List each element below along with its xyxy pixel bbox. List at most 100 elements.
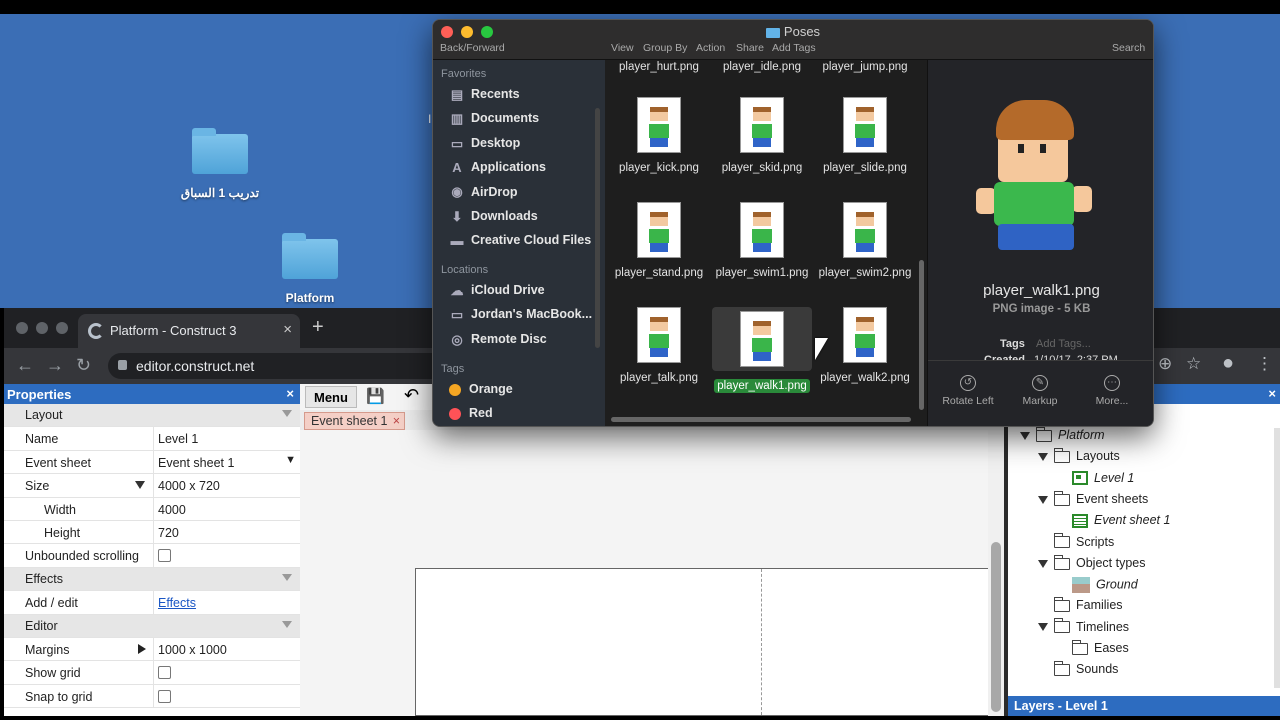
file-item[interactable]: player_walk2.png bbox=[815, 307, 915, 385]
window-zoom-button[interactable] bbox=[56, 322, 68, 334]
tree-item-eases[interactable]: Eases bbox=[1071, 639, 1129, 661]
property-row-width[interactable]: Width 4000 bbox=[4, 497, 300, 521]
sidebar-tag-red[interactable]: Red bbox=[449, 406, 493, 426]
tags-input[interactable]: Add Tags... bbox=[1036, 338, 1091, 350]
expand-triangle-icon[interactable] bbox=[1038, 453, 1048, 461]
project-scrollbar[interactable] bbox=[1274, 428, 1280, 688]
expand-triangle-icon[interactable] bbox=[1038, 495, 1048, 504]
chrome-menu-icon[interactable]: ⋮ bbox=[1256, 354, 1273, 374]
group-by-button[interactable]: Group By bbox=[643, 42, 687, 54]
property-value[interactable]: Event sheet 1 ▼ bbox=[153, 450, 300, 474]
collapse-arrow-icon[interactable] bbox=[282, 573, 292, 581]
tree-item-event-sheet-1[interactable]: Event sheet 1 bbox=[1072, 513, 1170, 533]
editor-tab-close-icon[interactable]: × bbox=[393, 414, 400, 428]
property-value[interactable]: 720 bbox=[153, 520, 300, 544]
tab-close-icon[interactable]: × bbox=[283, 321, 292, 338]
tree-item-ground[interactable]: Ground bbox=[1072, 577, 1138, 597]
property-value[interactable]: Effects bbox=[153, 591, 300, 614]
add-tags-button[interactable]: Add Tags bbox=[772, 42, 816, 54]
browser-tab[interactable]: Platform - Construct 3 × bbox=[78, 314, 300, 348]
property-value[interactable] bbox=[153, 544, 300, 567]
project-close-icon[interactable]: × bbox=[1268, 386, 1276, 401]
expand-triangle-icon[interactable] bbox=[1038, 559, 1048, 568]
layout-page-area[interactable] bbox=[415, 568, 989, 716]
canvas-vertical-scrollbar[interactable] bbox=[988, 430, 1004, 716]
tree-item-families[interactable]: Families bbox=[1053, 597, 1123, 618]
sidebar-item-remote-disc[interactable]: ◎ Remote Disc bbox=[449, 332, 546, 352]
property-row-unbounded-scrolling[interactable]: Unbounded scrolling bbox=[4, 544, 300, 568]
back-icon[interactable]: ← bbox=[16, 355, 34, 376]
sidebar-item-documents[interactable]: ▥ Documents bbox=[449, 111, 539, 131]
file-item[interactable]: player_stand.png bbox=[609, 202, 709, 280]
sidebar-item-airdrop[interactable]: ◉ AirDrop bbox=[449, 185, 517, 205]
window-minimize-button[interactable] bbox=[36, 322, 48, 334]
action-button[interactable]: Action bbox=[696, 42, 725, 54]
property-value[interactable]: Level 1 bbox=[153, 427, 300, 450]
expand-triangle-icon[interactable] bbox=[1020, 431, 1030, 440]
sidebar-item-downloads[interactable]: ⬇ Downloads bbox=[449, 209, 538, 229]
desktop-folder-arabic[interactable]: تدريب 1 السباق bbox=[170, 128, 270, 200]
effects-link[interactable]: Effects bbox=[158, 596, 196, 610]
sidebar-tag-orange[interactable]: Orange bbox=[449, 382, 513, 402]
file-item[interactable]: player_talk.png bbox=[609, 307, 709, 385]
property-value[interactable]: 4000 bbox=[153, 497, 300, 520]
collapsed-triangle-icon[interactable] bbox=[138, 643, 146, 654]
file-item[interactable]: player_slide.png bbox=[815, 97, 915, 175]
tree-item-object-types[interactable]: Object types bbox=[1038, 554, 1145, 576]
back-forward-button[interactable]: Back/Forward bbox=[440, 42, 505, 54]
scrollbar-thumb[interactable] bbox=[991, 542, 1001, 712]
property-value[interactable]: 1000 x 1000 bbox=[153, 637, 300, 661]
grid-horizontal-scrollbar[interactable] bbox=[611, 417, 911, 422]
property-row-show-grid[interactable]: Show grid bbox=[4, 661, 300, 685]
undo-icon[interactable]: ↶ bbox=[404, 385, 419, 406]
property-value[interactable] bbox=[153, 684, 300, 708]
sidebar-item-recents[interactable]: ▤ Recents bbox=[449, 87, 520, 107]
property-row-event-sheet[interactable]: Event sheet Event sheet 1 ▼ bbox=[4, 450, 300, 475]
file-item[interactable]: player_skid.png bbox=[712, 97, 812, 175]
desktop-folder-platform[interactable]: Platform bbox=[260, 233, 360, 305]
search-button[interactable]: Search bbox=[1112, 42, 1145, 54]
tab-event-sheet-1[interactable]: Event sheet 1 × bbox=[304, 412, 405, 430]
grid-vertical-scrollbar[interactable] bbox=[919, 260, 924, 410]
forward-icon[interactable]: → bbox=[46, 355, 64, 376]
menu-button[interactable]: Menu bbox=[305, 386, 357, 408]
property-row-snap-to-grid[interactable]: Snap to grid bbox=[4, 684, 300, 709]
tree-item-sounds[interactable]: Sounds bbox=[1053, 661, 1118, 682]
expand-triangle-icon[interactable] bbox=[1038, 623, 1048, 632]
property-row-name[interactable]: Name Level 1 bbox=[4, 427, 300, 451]
profile-avatar-icon[interactable]: ● bbox=[1222, 352, 1234, 375]
save-icon[interactable]: 💾 bbox=[366, 387, 385, 405]
property-row-margins[interactable]: Margins 1000 x 1000 bbox=[4, 637, 300, 662]
reload-icon[interactable]: ↻ bbox=[76, 355, 91, 376]
properties-close-icon[interactable]: × bbox=[286, 386, 294, 401]
checkbox[interactable] bbox=[158, 666, 171, 680]
tree-item-platform[interactable]: Platform bbox=[1020, 426, 1105, 448]
checkbox[interactable] bbox=[158, 549, 171, 563]
tree-item-timelines[interactable]: Timelines bbox=[1038, 618, 1129, 640]
file-item[interactable]: player_jump.png bbox=[815, 61, 915, 73]
layout-canvas[interactable] bbox=[300, 430, 989, 716]
url-field[interactable]: editor.construct.net bbox=[108, 353, 448, 379]
tree-item-layouts[interactable]: Layouts bbox=[1038, 448, 1120, 469]
sidebar-item-jordan-s-macbook-[interactable]: ▭ Jordan's MacBook... bbox=[449, 307, 592, 327]
window-close-button[interactable] bbox=[16, 322, 28, 334]
property-row-add-edit[interactable]: Add / edit Effects bbox=[4, 591, 300, 615]
new-tab-button[interactable]: + bbox=[312, 316, 324, 339]
property-row-height[interactable]: Height 720 bbox=[4, 520, 300, 545]
chevron-down-icon[interactable]: ▼ bbox=[285, 454, 296, 466]
checkbox[interactable] bbox=[158, 689, 171, 703]
collapse-arrow-icon[interactable] bbox=[282, 410, 292, 417]
file-item[interactable]: player_swim2.png bbox=[815, 202, 915, 280]
tree-item-level-1[interactable]: Level 1 bbox=[1072, 471, 1134, 491]
view-button[interactable]: View bbox=[611, 42, 634, 54]
property-row-size[interactable]: Size 4000 x 720 bbox=[4, 474, 300, 498]
file-item[interactable]: player_idle.png bbox=[712, 61, 812, 73]
sidebar-item-desktop[interactable]: ▭ Desktop bbox=[449, 136, 520, 156]
sidebar-item-creative-cloud-files[interactable]: ▬ Creative Cloud Files bbox=[449, 233, 592, 253]
property-value[interactable]: 4000 x 720 bbox=[153, 474, 300, 497]
rotate-left-button[interactable]: ↺ Rotate Left bbox=[932, 375, 1004, 407]
property-value[interactable] bbox=[153, 661, 300, 684]
extension-icon[interactable]: ⊕ bbox=[1158, 354, 1172, 374]
tree-item-event-sheets[interactable]: Event sheets bbox=[1038, 490, 1148, 512]
sidebar-item-icloud-drive[interactable]: ☁ iCloud Drive bbox=[449, 283, 545, 303]
